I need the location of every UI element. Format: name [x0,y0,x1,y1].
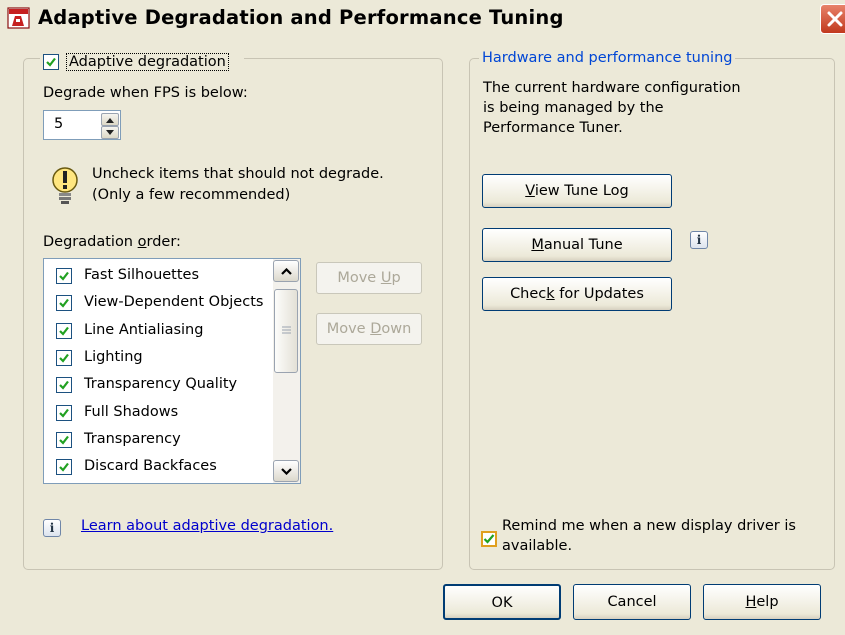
move-up-button[interactable]: Move Up [316,262,422,294]
info-icon: i [43,519,61,537]
move-down-button[interactable]: Move Down [316,313,422,345]
close-button[interactable] [820,4,845,34]
list-item-checkbox[interactable] [56,268,72,284]
fps-spinner[interactable]: 5 [43,110,121,140]
list-item[interactable]: Discard Backfaces [44,454,272,481]
list-item-checkbox[interactable] [56,322,72,339]
hint-line-1: Uncheck items that should not degrade. [92,166,384,182]
hardware-tuning-title: Hardware and performance tuning [479,50,736,66]
list-item[interactable]: Fast Silhouettes [44,263,272,290]
list-item-label: Transparency Quality [84,376,238,393]
list-item-checkbox[interactable] [56,349,72,366]
remind-driver-checkbox[interactable] [481,531,497,547]
lightbulb-icon [50,165,80,211]
list-item-checkbox[interactable] [56,377,72,394]
list-item[interactable]: Transparency [44,427,272,454]
arrow-up-icon [106,118,114,123]
scroll-down-button[interactable] [273,460,299,482]
list-scrollbar[interactable] [273,259,300,483]
checkmark-icon [59,435,69,445]
list-item-label: Full Shadows [84,403,179,420]
help-button[interactable]: Help [703,584,821,620]
spin-up-button[interactable] [101,113,119,126]
close-icon [827,11,843,27]
manual-tune-info-icon[interactable]: i [690,231,708,249]
manual-tune-button[interactable]: Manual Tune [482,228,672,262]
checkmark-icon [59,353,69,363]
hardware-desc-line-3: Performance Tuner. [483,120,623,136]
app-icon [7,6,31,30]
list-item-checkbox[interactable] [56,404,72,421]
remind-driver-line-2: available. [502,538,573,554]
list-item-checkbox[interactable] [56,459,72,476]
degradation-order-list[interactable]: Fast Silhouettes View-Dependent Objects Li… [43,258,301,484]
list-item-label: Discard Backfaces [84,458,217,475]
degradation-order-label: Degradation order: [43,234,181,250]
view-tune-log-button[interactable]: View Tune Log [482,174,672,208]
chevron-up-icon [281,268,292,275]
arrow-down-icon [106,130,114,135]
checkmark-icon [59,408,69,418]
check-for-updates-button[interactable]: Check for Updates [482,277,672,311]
cancel-button[interactable]: Cancel [573,584,691,620]
list-item-label: Lighting [84,348,143,365]
scroll-thumb[interactable] [274,289,298,373]
checkmark-icon [59,299,69,308]
list-item-label: Line Antialiasing [84,321,204,338]
list-item[interactable]: Transparency Quality [44,372,272,399]
list-item[interactable]: Lighting [44,345,272,372]
checkmark-icon [59,326,69,336]
adaptive-degradation-toggle[interactable]: Adaptive degradation [40,52,244,74]
remind-driver-line-1: Remind me when a new display driver is [502,518,796,534]
list-item-checkbox[interactable] [56,431,72,448]
list-item-label: View-Dependent Objects [84,294,264,311]
chevron-down-icon [281,468,292,475]
fps-label: Degrade when FPS is below: [43,85,248,101]
checkmark-icon [483,534,495,544]
adaptive-degradation-label: Adaptive degradation [66,53,229,71]
hint-line-2: (Only a few recommended) [92,187,291,203]
hardware-desc-line-1: The current hardware configuration [483,80,741,96]
list-item[interactable]: Ground Shadows [44,481,272,483]
grip-icon [282,326,291,334]
fps-value[interactable]: 5 [54,116,63,132]
learn-adaptive-degradation-link[interactable]: Learn about adaptive degradation. [81,518,333,534]
checkmark-icon [59,271,69,281]
list-item[interactable]: Line Antialiasing [44,318,272,345]
window-title: Adaptive Degradation and Performance Tun… [38,6,564,29]
list-item[interactable]: Full Shadows [44,400,272,427]
adaptive-degradation-checkbox[interactable] [43,54,59,70]
spin-down-button[interactable] [101,126,119,139]
scroll-up-button[interactable] [273,260,299,282]
list-item[interactable]: View-Dependent Objects [44,290,272,317]
checkmark-icon [59,462,69,472]
checkmark-icon [46,57,56,67]
list-item-label: Fast Silhouettes [84,267,200,283]
title-bar: Adaptive Degradation and Performance Tun… [0,0,845,38]
checkmark-icon [59,381,69,390]
hardware-desc-line-2: is being managed by the [483,100,664,116]
ok-button[interactable]: OK [443,584,561,620]
list-item-label: Transparency [84,430,181,447]
list-item-checkbox[interactable] [56,295,72,312]
